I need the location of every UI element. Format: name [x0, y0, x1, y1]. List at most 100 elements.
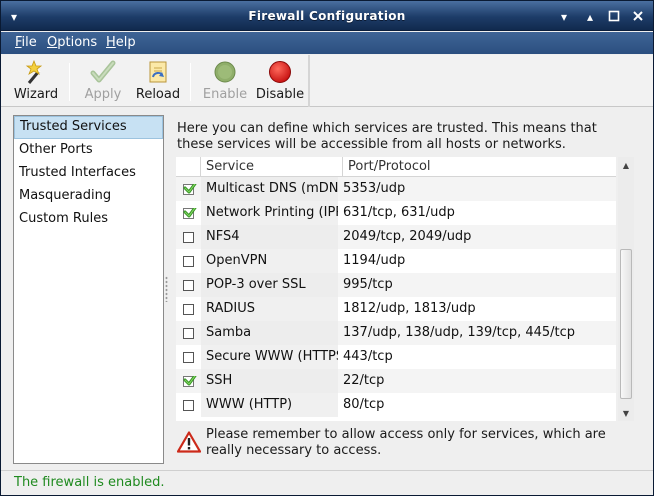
toolbar-separator [69, 63, 70, 101]
column-header-checkbox[interactable] [176, 157, 201, 176]
service-name: Secure WWW (HTTPS) [201, 345, 338, 369]
service-port: 443/tcp [343, 349, 393, 364]
service-port: 1194/udp [343, 253, 406, 268]
checkbox-cell [176, 183, 201, 195]
category-list[interactable]: Trusted Services Other Ports Trusted Int… [13, 115, 164, 464]
service-checkbox[interactable] [183, 303, 194, 315]
checkmark-icon [183, 375, 197, 385]
toolbar: Wizard Apply Reload Enable Disable [1, 55, 653, 107]
reload-button[interactable]: Reload [135, 57, 181, 105]
service-name: NFS4 [201, 225, 338, 249]
vertical-scrollbar[interactable]: ▲ ▼ [618, 157, 634, 421]
restore-icon[interactable] [607, 10, 621, 24]
service-checkbox[interactable] [183, 351, 194, 363]
scroll-up-icon[interactable]: ▲ [621, 161, 631, 171]
minimize-icon[interactable]: ▾ [557, 10, 571, 24]
maximize-icon[interactable]: ▴ [583, 10, 597, 24]
checkbox-cell [176, 375, 201, 387]
checkbox-cell [176, 279, 201, 291]
service-checkbox[interactable] [183, 375, 197, 387]
service-name: Multicast DNS (mDNS) [201, 177, 338, 201]
service-port: 1812/udp, 1813/udp [343, 301, 476, 316]
checkbox-cell [176, 255, 201, 267]
green-circle-icon [214, 61, 236, 83]
menu-options[interactable]: Options [47, 35, 97, 50]
description-text: Here you can define which services are t… [177, 121, 597, 152]
service-checkbox[interactable] [183, 255, 194, 267]
status-text: The firewall is enabled. [14, 475, 165, 490]
service-name: POP-3 over SSL [201, 273, 338, 297]
toolbar-separator [308, 55, 310, 107]
table-row[interactable]: OpenVPN 1194/udp [176, 249, 616, 273]
service-name: OpenVPN [201, 249, 338, 273]
menu-bar: File Options Help [1, 32, 653, 54]
sidebar-item-trusted-interfaces[interactable]: Trusted Interfaces [14, 162, 163, 185]
service-port: 2049/tcp, 2049/udp [343, 229, 472, 244]
scrollbar-thumb[interactable] [620, 249, 632, 399]
service-port: 5353/udp [343, 181, 406, 196]
service-port: 631/tcp, 631/udp [343, 205, 455, 220]
service-port: 995/tcp [343, 277, 393, 292]
firewall-window: ▾ Firewall Configuration ▾ ▴ File Option… [0, 0, 654, 496]
sidebar-item-masquerading[interactable]: Masquerading [14, 185, 163, 208]
pane-resize-handle[interactable] [165, 276, 168, 302]
table-row[interactable]: RADIUS 1812/udp, 1813/udp [176, 297, 616, 321]
toolbar-separator [190, 63, 191, 101]
table-header: Service Port/Protocol [176, 157, 616, 177]
wizard-button[interactable]: Wizard [11, 57, 61, 105]
service-checkbox[interactable] [183, 207, 197, 219]
apply-button[interactable]: Apply [81, 57, 125, 105]
close-icon[interactable] [631, 10, 645, 24]
service-checkbox[interactable] [183, 183, 197, 195]
service-port: 137/udp, 138/udp, 139/tcp, 445/tcp [343, 325, 576, 340]
sidebar-item-trusted-services[interactable]: Trusted Services [14, 116, 163, 139]
red-circle-icon [269, 61, 291, 83]
scroll-down-icon[interactable]: ▼ [621, 409, 631, 419]
service-port: 80/tcp [343, 397, 385, 412]
sidebar-item-other-ports[interactable]: Other Ports [14, 139, 163, 162]
table-row[interactable]: Secure WWW (HTTPS) 443/tcp [176, 345, 616, 369]
window-title: Firewall Configuration [248, 9, 406, 23]
service-checkbox[interactable] [183, 279, 194, 291]
enable-button[interactable]: Enable [201, 57, 249, 105]
status-bar: The firewall is enabled. [1, 470, 653, 495]
checkmark-icon [90, 60, 116, 83]
service-name: WWW (HTTP) [201, 393, 338, 417]
disable-button[interactable]: Disable [255, 57, 305, 105]
title-bar[interactable]: ▾ Firewall Configuration ▾ ▴ [1, 1, 653, 31]
table-row[interactable]: WWW (HTTP) 80/tcp [176, 393, 616, 417]
checkbox-cell [176, 399, 201, 411]
menu-help[interactable]: Help [106, 35, 136, 50]
table-row[interactable]: SSH 22/tcp [176, 369, 616, 393]
table-body: Multicast DNS (mDNS) 5353/udp Network Prin… [176, 177, 616, 417]
checkmark-icon [183, 183, 197, 193]
checkmark-icon [183, 207, 197, 217]
table-row[interactable]: Multicast DNS (mDNS) 5353/udp [176, 177, 616, 201]
checkbox-cell [176, 207, 201, 219]
table-row[interactable]: Network Printing (IPP) 631/tcp, 631/udp [176, 201, 616, 225]
services-table: Service Port/Protocol Multicast DNS (mDN… [176, 157, 616, 421]
service-checkbox[interactable] [183, 399, 194, 411]
service-checkbox[interactable] [183, 327, 194, 339]
column-header-service[interactable]: Service [201, 157, 343, 176]
service-name: SSH [201, 369, 338, 393]
checkbox-cell [176, 327, 201, 339]
table-row[interactable]: Samba 137/udp, 138/udp, 139/tcp, 445/tcp [176, 321, 616, 345]
warning-text: Please remember to allow access only for… [206, 427, 606, 458]
checkbox-cell [176, 231, 201, 243]
service-name: RADIUS [201, 297, 338, 321]
warning-icon [177, 431, 201, 453]
checkbox-cell [176, 351, 201, 363]
service-name: Samba [201, 321, 338, 345]
sidebar-item-custom-rules[interactable]: Custom Rules [14, 208, 163, 231]
column-header-port[interactable]: Port/Protocol [343, 157, 616, 176]
menu-file[interactable]: File [15, 35, 37, 50]
checkbox-cell [176, 303, 201, 315]
reload-document-icon [149, 61, 167, 83]
wand-icon [25, 59, 43, 84]
service-name: Network Printing (IPP) [201, 201, 338, 225]
service-checkbox[interactable] [183, 231, 194, 243]
table-row[interactable]: NFS4 2049/tcp, 2049/udp [176, 225, 616, 249]
table-row[interactable]: POP-3 over SSL 995/tcp [176, 273, 616, 297]
service-port: 22/tcp [343, 373, 385, 388]
